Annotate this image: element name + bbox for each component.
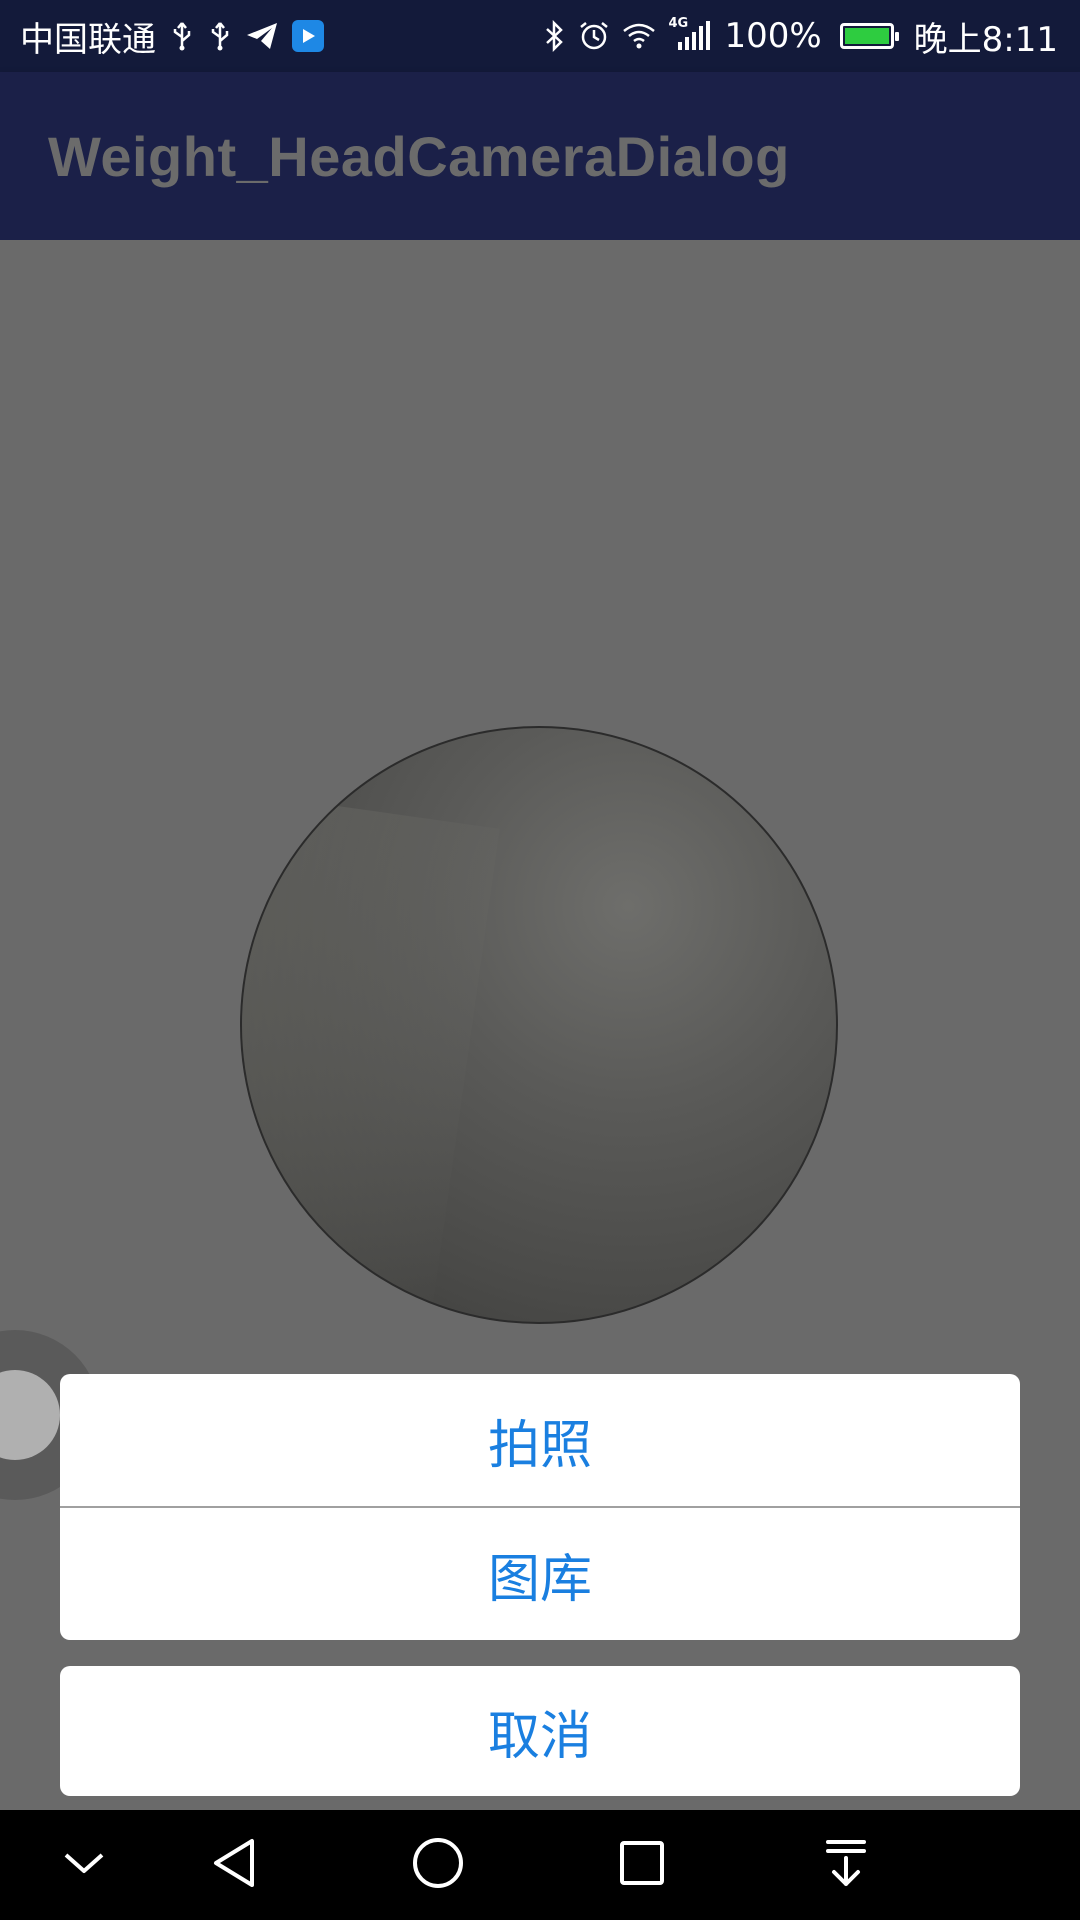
nav-home-button[interactable] [378, 1810, 498, 1920]
back-triangle-icon [210, 1837, 258, 1893]
status-right: 4G 100% 晚上8:11 [544, 0, 1058, 72]
take-photo-button[interactable]: 拍照 [60, 1374, 1020, 1506]
signal-4g-icon: 4G [668, 16, 712, 52]
clock: 晚上8:11 [913, 19, 1058, 60]
battery-icon [839, 23, 899, 49]
nav-notification-button[interactable] [786, 1810, 906, 1920]
nav-recents-button[interactable] [582, 1810, 702, 1920]
action-sheet-options: 拍照 图库 [60, 1374, 1020, 1640]
avatar-image[interactable] [240, 726, 838, 1324]
network-label: 4G [668, 16, 689, 31]
recents-square-icon [618, 1839, 666, 1891]
play-app-icon [292, 20, 324, 52]
carrier-label: 中国联通 [20, 19, 156, 60]
navigation-bar [0, 1810, 1080, 1920]
battery-level-fill [844, 28, 889, 44]
screen: 中国联通 4G 100% 晚上8:11 Weight_HeadCameraDia… [0, 0, 1080, 1920]
chevron-down-icon [62, 1849, 106, 1881]
bluetooth-icon [544, 20, 566, 52]
paper-plane-icon [246, 22, 278, 50]
alarm-icon [578, 20, 610, 52]
status-left: 中国联通 [20, 0, 324, 72]
floating-assist-dot [0, 1370, 60, 1460]
nav-back-button[interactable] [174, 1810, 294, 1920]
app-title: Weight_HeadCameraDialog [48, 124, 790, 188]
battery-percent: 100% [724, 16, 822, 56]
usb-icon [208, 21, 232, 51]
notification-pull-icon [824, 1838, 868, 1892]
nav-hide-button[interactable] [24, 1810, 144, 1920]
wifi-icon [622, 22, 656, 50]
status-bar: 中国联通 4G 100% 晚上8:11 [0, 0, 1080, 72]
usb-icon [170, 21, 194, 51]
cancel-button[interactable]: 取消 [60, 1666, 1020, 1796]
app-bar: Weight_HeadCameraDialog [0, 72, 1080, 240]
gallery-button[interactable]: 图库 [60, 1508, 1020, 1640]
home-circle-icon [411, 1836, 465, 1894]
